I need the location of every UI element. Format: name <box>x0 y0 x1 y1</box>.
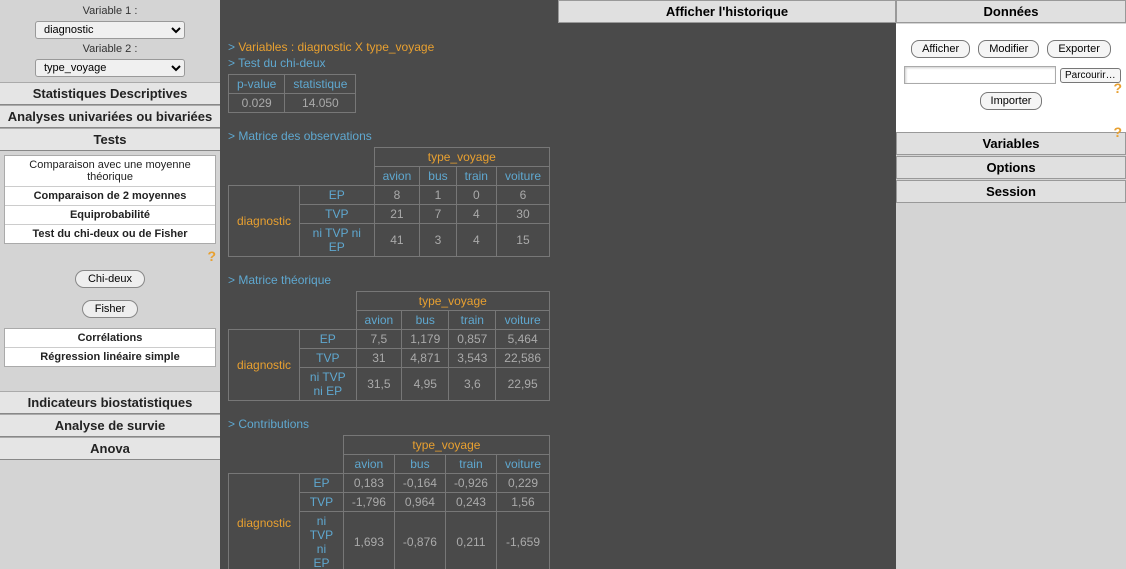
title-observations: Matrice des observations <box>238 129 371 143</box>
tests-subpanel: Comparaison avec une moyenne théorique C… <box>4 155 216 244</box>
nav-analyses[interactable]: Analyses univariées ou bivariées <box>0 105 220 128</box>
parcourir-button[interactable]: Parcourir… <box>1060 68 1121 83</box>
variables-header[interactable]: Variables <box>896 132 1126 155</box>
nav-anova[interactable]: Anova <box>0 437 220 460</box>
exporter-button[interactable]: Exporter <box>1047 40 1111 58</box>
nav-indicateurs[interactable]: Indicateurs biostatistiques <box>0 391 220 414</box>
pvalue-table: p-valuestatistique 0.02914.050 <box>228 74 356 113</box>
afficher-button[interactable]: Afficher <box>911 40 970 58</box>
nav-stats-descriptives[interactable]: Statistiques Descriptives <box>0 82 220 105</box>
corr-subpanel: Corrélations Régression linéaire simple <box>4 328 216 367</box>
chi-deux-button[interactable]: Chi-deux <box>75 270 145 288</box>
fisher-button[interactable]: Fisher <box>82 300 139 318</box>
main-output: > Variables : diagnostic X type_voyage >… <box>220 0 558 569</box>
observations-table: type_voyage avionbustrainvoiture diagnos… <box>228 147 550 257</box>
help-icon[interactable]: ? <box>1113 80 1122 96</box>
donnees-header[interactable]: Données <box>896 0 1126 23</box>
var1-select[interactable]: diagnostic <box>35 21 185 39</box>
var2-select[interactable]: type_voyage <box>35 59 185 77</box>
modifier-button[interactable]: Modifier <box>978 40 1039 58</box>
options-header[interactable]: Options <box>896 156 1126 179</box>
title-test: Test du chi-deux <box>238 56 325 70</box>
title-variables: Variables : diagnostic X type_voyage <box>238 40 434 54</box>
nav-tests[interactable]: Tests <box>0 128 220 151</box>
left-sidebar: Variable 1 : diagnostic Variable 2 : typ… <box>0 0 220 569</box>
sub-comp-moy-theo[interactable]: Comparaison avec une moyenne théorique <box>5 156 215 187</box>
help-icon[interactable]: ? <box>1113 124 1122 140</box>
help-icon[interactable]: ? <box>0 248 220 264</box>
var1-label: Variable 1 : <box>0 3 220 19</box>
sub-comp-2moy[interactable]: Comparaison de 2 moyennes <box>5 187 215 206</box>
title-contributions: Contributions <box>238 417 309 431</box>
file-input[interactable] <box>904 66 1056 84</box>
contributions-table: type_voyage avionbustrainvoiture diagnos… <box>228 435 550 569</box>
importer-button[interactable]: Importer <box>980 92 1043 110</box>
sub-chi2-fisher[interactable]: Test du chi-deux ou de Fisher <box>5 225 215 243</box>
nav-survie[interactable]: Analyse de survie <box>0 414 220 437</box>
variable-selectors: Variable 1 : diagnostic Variable 2 : typ… <box>0 0 220 82</box>
session-header[interactable]: Session <box>896 180 1126 203</box>
right-sidebar: Données Afficher Modifier Exporter ? Par… <box>896 0 1126 569</box>
historique-header[interactable]: Afficher l'historique <box>558 0 896 23</box>
var2-label: Variable 2 : <box>0 41 220 57</box>
title-theorique: Matrice théorique <box>238 273 331 287</box>
sub-correlations[interactable]: Corrélations <box>5 329 215 348</box>
theorique-table: type_voyage avionbustrainvoiture diagnos… <box>228 291 550 401</box>
donnees-panel: Afficher Modifier Exporter ? Parcourir… … <box>896 24 1126 132</box>
sub-regression[interactable]: Régression linéaire simple <box>5 348 215 366</box>
sub-equiprob[interactable]: Equiprobabilité <box>5 206 215 225</box>
